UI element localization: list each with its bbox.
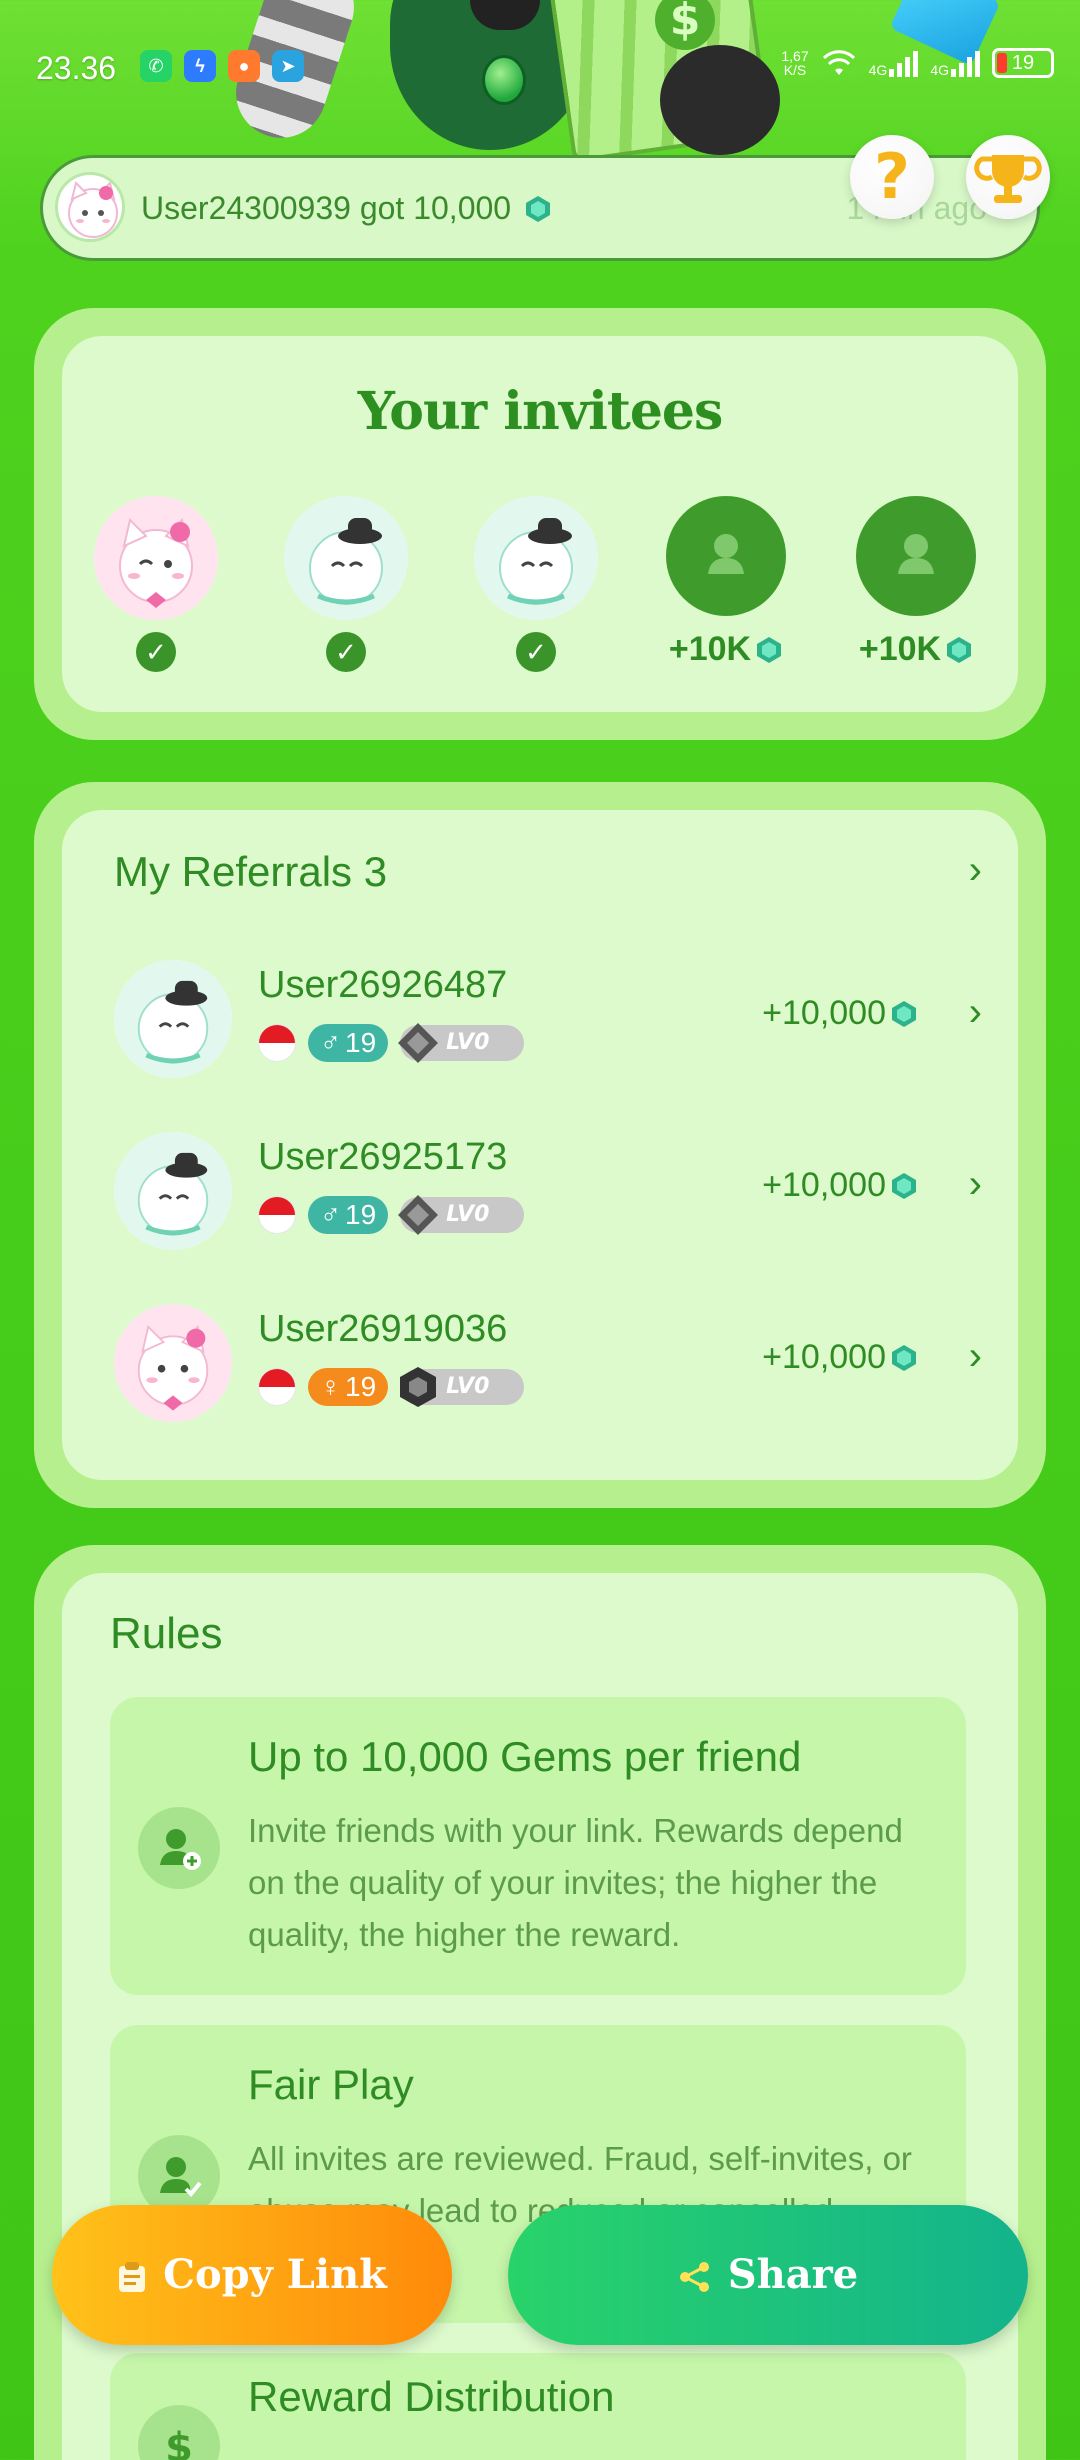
signal-sim1-icon: 4G: [869, 49, 919, 77]
whatsapp-icon: ✆: [140, 50, 172, 82]
messenger-icon: ϟ: [184, 50, 216, 82]
gem-icon: [892, 1001, 916, 1027]
add-user-icon: [138, 1807, 220, 1889]
male-icon: ♂: [320, 1199, 341, 1230]
invitee-slot-2: ✓: [284, 496, 408, 672]
referral-tags: ♂ 19 LV0: [258, 1195, 525, 1235]
female-icon: ♀: [320, 1371, 341, 1402]
rule-text: Invite friends with your link. Rewards d…: [248, 1812, 903, 1953]
trophy-icon: [974, 155, 1042, 203]
level-badge: LV0: [398, 1195, 525, 1235]
telegram-icon: ➤: [272, 50, 304, 82]
referral-avatar: [114, 1304, 232, 1422]
invitee-avatar-hat-cat: [474, 496, 598, 620]
level-badge: LV0: [400, 1367, 525, 1407]
wifi-icon: [822, 50, 855, 75]
age-badge: ♂ 19: [308, 1196, 389, 1234]
ticker-message: User24300939 got 10,000: [141, 190, 552, 227]
level-badge: LV0: [398, 1023, 525, 1063]
notification-icons: ✆ ϟ ● ➤: [140, 50, 304, 82]
rule-title: Up to 10,000 Gems per friend: [248, 1733, 802, 1780]
referral-reward: +10,000: [762, 1166, 918, 1205]
status-time: 23.36: [36, 50, 117, 86]
gem-icon: [892, 1345, 916, 1371]
referral-reward: +10,000: [762, 1338, 918, 1377]
rules-title: Rules: [110, 1609, 223, 1658]
indonesia-flag-icon: [258, 1196, 296, 1234]
invitee-check-icon: ✓: [136, 632, 176, 672]
rule-title: Reward Distribution: [248, 2373, 615, 2420]
battery-icon: 19: [992, 48, 1054, 78]
referral-avatar: [114, 1132, 232, 1250]
invitee-avatar-pink-cat: [94, 496, 218, 620]
chevron-right-icon[interactable]: ›: [969, 990, 982, 1035]
status-indicators: 1,67 K/S 4G 4G 19: [781, 48, 1054, 78]
referral-name: User26919036: [258, 1308, 508, 1350]
invitee-slot-1: ✓: [94, 496, 218, 672]
invitee-check-icon: ✓: [516, 632, 556, 672]
invitee-slot-4: +10K: [664, 496, 788, 669]
help-button[interactable]: ?: [850, 135, 934, 219]
age-badge: ♂ 19: [308, 1024, 389, 1062]
svg-text:$: $: [165, 2425, 193, 2460]
referrals-title[interactable]: My Referrals 3: [114, 848, 387, 896]
referral-avatar: [114, 960, 232, 1078]
invitees-panel: Your invitees ✓ ✓ ✓ +10K +10K: [34, 308, 1046, 740]
indonesia-flag-icon: [258, 1024, 296, 1062]
signal-sim2-icon: 4G: [930, 49, 980, 77]
invitee-check-icon: ✓: [326, 632, 366, 672]
indonesia-flag-icon: [258, 1368, 296, 1406]
invitee-reward: +10K: [854, 630, 978, 669]
referral-tags: ♀ 19 LV0: [258, 1367, 525, 1407]
level-diamond-icon: [398, 1023, 439, 1063]
chevron-right-icon[interactable]: ›: [969, 1334, 982, 1379]
referral-row[interactable]: User26919036 ♀ 19 LV0 +10,000 ›: [62, 1284, 1018, 1456]
app-notification-icon: ●: [228, 50, 260, 82]
gem-icon: [525, 196, 550, 222]
share-button[interactable]: Share: [508, 2205, 1028, 2345]
dollar-icon: $: [138, 2405, 220, 2460]
referral-name: User26926487: [258, 964, 508, 1006]
empty-slot-person-icon: [666, 496, 786, 616]
chevron-right-icon[interactable]: ›: [969, 1162, 982, 1207]
clipboard-icon: [119, 2262, 146, 2292]
male-icon: ♂: [320, 1027, 341, 1058]
level-hexagon-icon: [400, 1367, 437, 1407]
copy-link-button[interactable]: Copy Link: [52, 2205, 452, 2345]
network-speed: 1,67 K/S: [781, 48, 809, 78]
referral-name: User26925173: [258, 1136, 508, 1178]
rule-title: Fair Play: [248, 2061, 414, 2108]
level-diamond-icon: [398, 1195, 439, 1235]
referral-tags: ♂ 19 LV0: [258, 1023, 525, 1063]
age-badge: ♀ 19: [308, 1368, 389, 1406]
chevron-right-icon[interactable]: ›: [969, 848, 982, 893]
invitee-slot-3: ✓: [474, 496, 598, 672]
empty-slot-person-icon: [856, 496, 976, 616]
invitee-avatar-hat-cat: [284, 496, 408, 620]
referrals-panel: My Referrals 3 › User26926487 ♂ 19 LV0 +…: [34, 782, 1046, 1508]
referral-row[interactable]: User26925173 ♂ 19 LV0 +10,000 ›: [62, 1112, 1018, 1284]
gem-icon: [947, 637, 972, 663]
ticker-avatar: [55, 172, 125, 242]
referral-row[interactable]: User26926487 ♂ 19 LV0 +10,000 ›: [62, 940, 1018, 1112]
referral-reward: +10,000: [762, 994, 918, 1033]
invitees-title: Your invitees: [357, 381, 724, 442]
share-icon: [679, 2262, 709, 2292]
trophy-button[interactable]: [966, 135, 1050, 219]
invitee-slot-5: +10K: [854, 496, 978, 669]
rule-card: Up to 10,000 Gems per friend Invite frie…: [110, 1697, 966, 1995]
status-bar: 23.36 ✆ ϟ ● ➤ 1,67 K/S 4G 4G 19: [0, 40, 1080, 94]
invitee-reward: +10K: [664, 630, 788, 669]
gem-icon: [892, 1173, 916, 1199]
gem-icon: [757, 637, 782, 663]
rule-card: $ Reward Distribution: [110, 2353, 966, 2460]
